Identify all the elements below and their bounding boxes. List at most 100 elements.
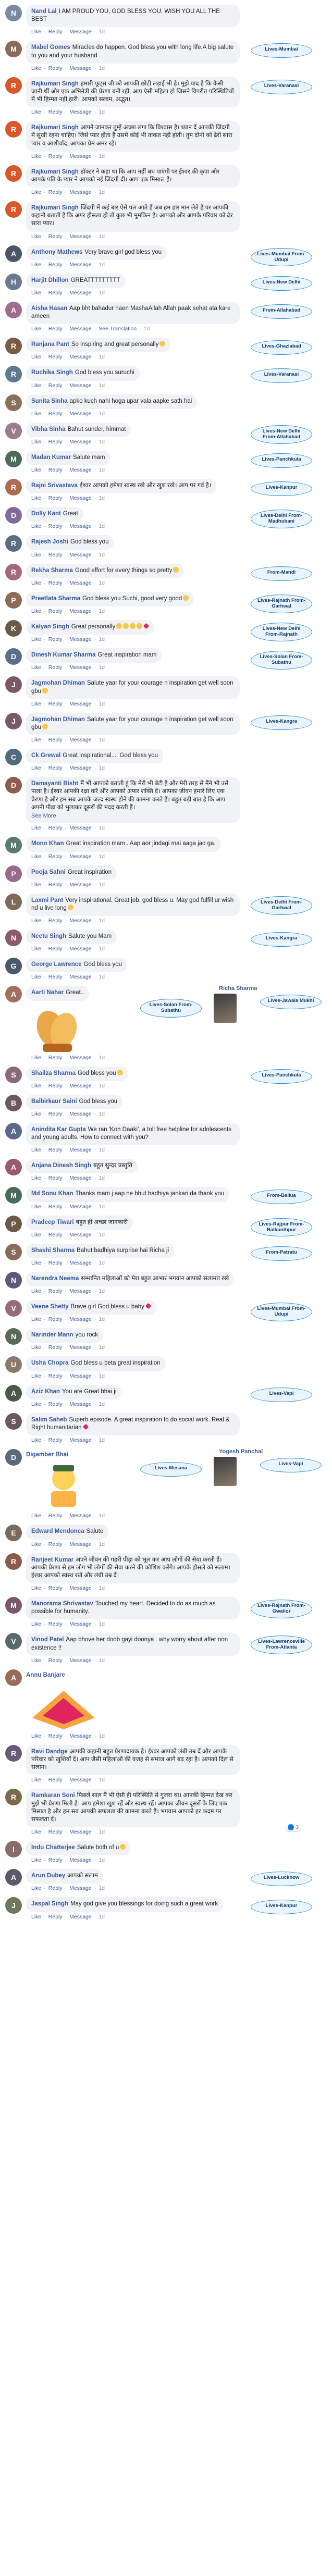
reply-link[interactable]: Reply [48,1541,63,1547]
message-link[interactable]: Message [69,1055,92,1061]
avatar[interactable]: R [5,563,22,580]
like-link[interactable]: Like [31,411,41,417]
reply-link[interactable]: Reply [48,1288,63,1294]
reply-link[interactable]: Reply [48,233,63,240]
comment-time[interactable]: 1d [99,439,105,445]
comment-author[interactable]: Jagmohan Dhiman [31,716,85,723]
comment-author[interactable]: Madan Kumar [31,454,71,461]
reply-link[interactable]: Reply [48,109,63,115]
message-link[interactable]: Message [69,1260,92,1266]
message-link[interactable]: Message [69,1657,92,1664]
reply-link[interactable]: Reply [48,523,63,529]
comment-author[interactable]: Vinod Patel [31,1637,64,1643]
message-link[interactable]: Message [69,189,92,195]
avatar[interactable]: G [5,958,22,975]
reply-link[interactable]: Reply [48,737,63,743]
comment-time[interactable]: 1d [99,580,105,586]
comment-time[interactable]: 1d [99,189,105,195]
comment-time[interactable]: 1d [99,290,105,296]
message-link[interactable]: Message [69,290,92,296]
reply-link[interactable]: Reply [48,1083,63,1089]
comment-author[interactable]: Annu Banjare [26,1672,65,1678]
avatar[interactable]: A [5,1159,22,1176]
message-link[interactable]: Message [69,1585,92,1591]
avatar[interactable]: R [5,338,22,355]
like-link[interactable]: Like [31,1204,41,1210]
avatar[interactable]: M [5,1187,22,1204]
reply-link[interactable]: Reply [48,1777,63,1783]
clapping-hands-sticker[interactable] [27,1003,100,1053]
like-link[interactable]: Like [31,1585,41,1591]
message-link[interactable]: Message [69,109,92,115]
like-link[interactable]: Like [31,354,41,360]
comment-author[interactable]: Aisha Hasan [31,305,67,312]
message-link[interactable]: Message [69,882,92,888]
avatar[interactable]: J [5,676,22,693]
message-link[interactable]: Message [69,1914,92,1920]
comment-author[interactable]: Shashi Sharma [31,1247,75,1254]
message-link[interactable]: Message [69,737,92,743]
avatar[interactable]: P [5,1215,22,1232]
comment-author[interactable]: Ravi Dandge [31,1749,68,1755]
message-link[interactable]: Message [69,1232,92,1238]
comment-author[interactable]: George Lawrence [31,961,82,968]
avatar[interactable]: M [5,837,22,854]
comment-author[interactable]: Manorama Shrivastav [31,1601,93,1607]
message-link[interactable]: Message [69,1401,92,1407]
avatar[interactable]: A [5,1384,22,1402]
reply-link[interactable]: Reply [48,1373,63,1379]
comment-author[interactable]: Salim Saheb [31,1417,67,1423]
reply-link[interactable]: Reply [48,853,63,860]
like-link[interactable]: Like [31,701,41,707]
message-link[interactable]: Message [69,1288,92,1294]
reply-link[interactable]: Reply [48,1621,63,1627]
avatar[interactable]: M [5,450,22,467]
like-link[interactable]: Like [31,233,41,240]
avatar[interactable]: A [5,1869,22,1886]
reply-link[interactable]: Reply [48,326,63,332]
message-link[interactable]: Message [69,1083,92,1089]
super-sticker[interactable] [27,1681,100,1731]
comment-time[interactable]: 1d [99,233,105,240]
avatar[interactable]: R [5,121,22,138]
avatar[interactable]: R [5,165,22,182]
reply-link[interactable]: Reply [48,1885,63,1891]
reply-link[interactable]: Reply [48,1829,63,1835]
comment-time[interactable]: 1d [99,1585,105,1591]
message-link[interactable]: Message [69,825,92,831]
avatar[interactable]: C [5,749,22,766]
like-link[interactable]: Like [31,1829,41,1835]
message-link[interactable]: Message [69,467,92,473]
avatar[interactable]: S [5,394,22,411]
comment-author[interactable]: Harjit Dhillon [31,277,69,283]
comment-time[interactable]: 1d [99,946,105,952]
like-link[interactable]: Like [31,1513,41,1519]
avatar[interactable]: D [5,1449,22,1466]
reply-link[interactable]: Reply [48,946,63,952]
message-link[interactable]: Message [69,765,92,771]
avatar[interactable]: V [5,1633,22,1650]
reply-link[interactable]: Reply [48,1513,63,1519]
reply-link[interactable]: Reply [48,1733,63,1739]
comment-author[interactable]: Ruchika Singh [31,369,73,376]
reply-link[interactable]: Reply [48,1857,63,1863]
like-link[interactable]: Like [31,1232,41,1238]
comment-time[interactable]: 1d [99,1204,105,1210]
message-link[interactable]: Message [69,1733,92,1739]
avatar[interactable]: H [5,273,22,290]
like-link[interactable]: Like [31,109,41,115]
reaction-count-badge[interactable]: 3 [286,1824,301,1831]
comment-time[interactable]: 1d [99,853,105,860]
message-link[interactable]: Message [69,918,92,924]
reply-link[interactable]: Reply [48,354,63,360]
avatar[interactable]: D [5,507,22,524]
like-link[interactable]: Like [31,1777,41,1783]
comment-time[interactable]: 1d [99,1829,105,1835]
like-link[interactable]: Like [31,326,41,332]
like-link[interactable]: Like [31,467,41,473]
comment-time[interactable]: 1d [99,1401,105,1407]
avatar[interactable]: K [5,620,22,637]
like-link[interactable]: Like [31,1541,41,1547]
comment-author[interactable]: Dolly Kant [31,511,61,517]
comment-author[interactable]: Rajkumari Singh [31,81,79,87]
